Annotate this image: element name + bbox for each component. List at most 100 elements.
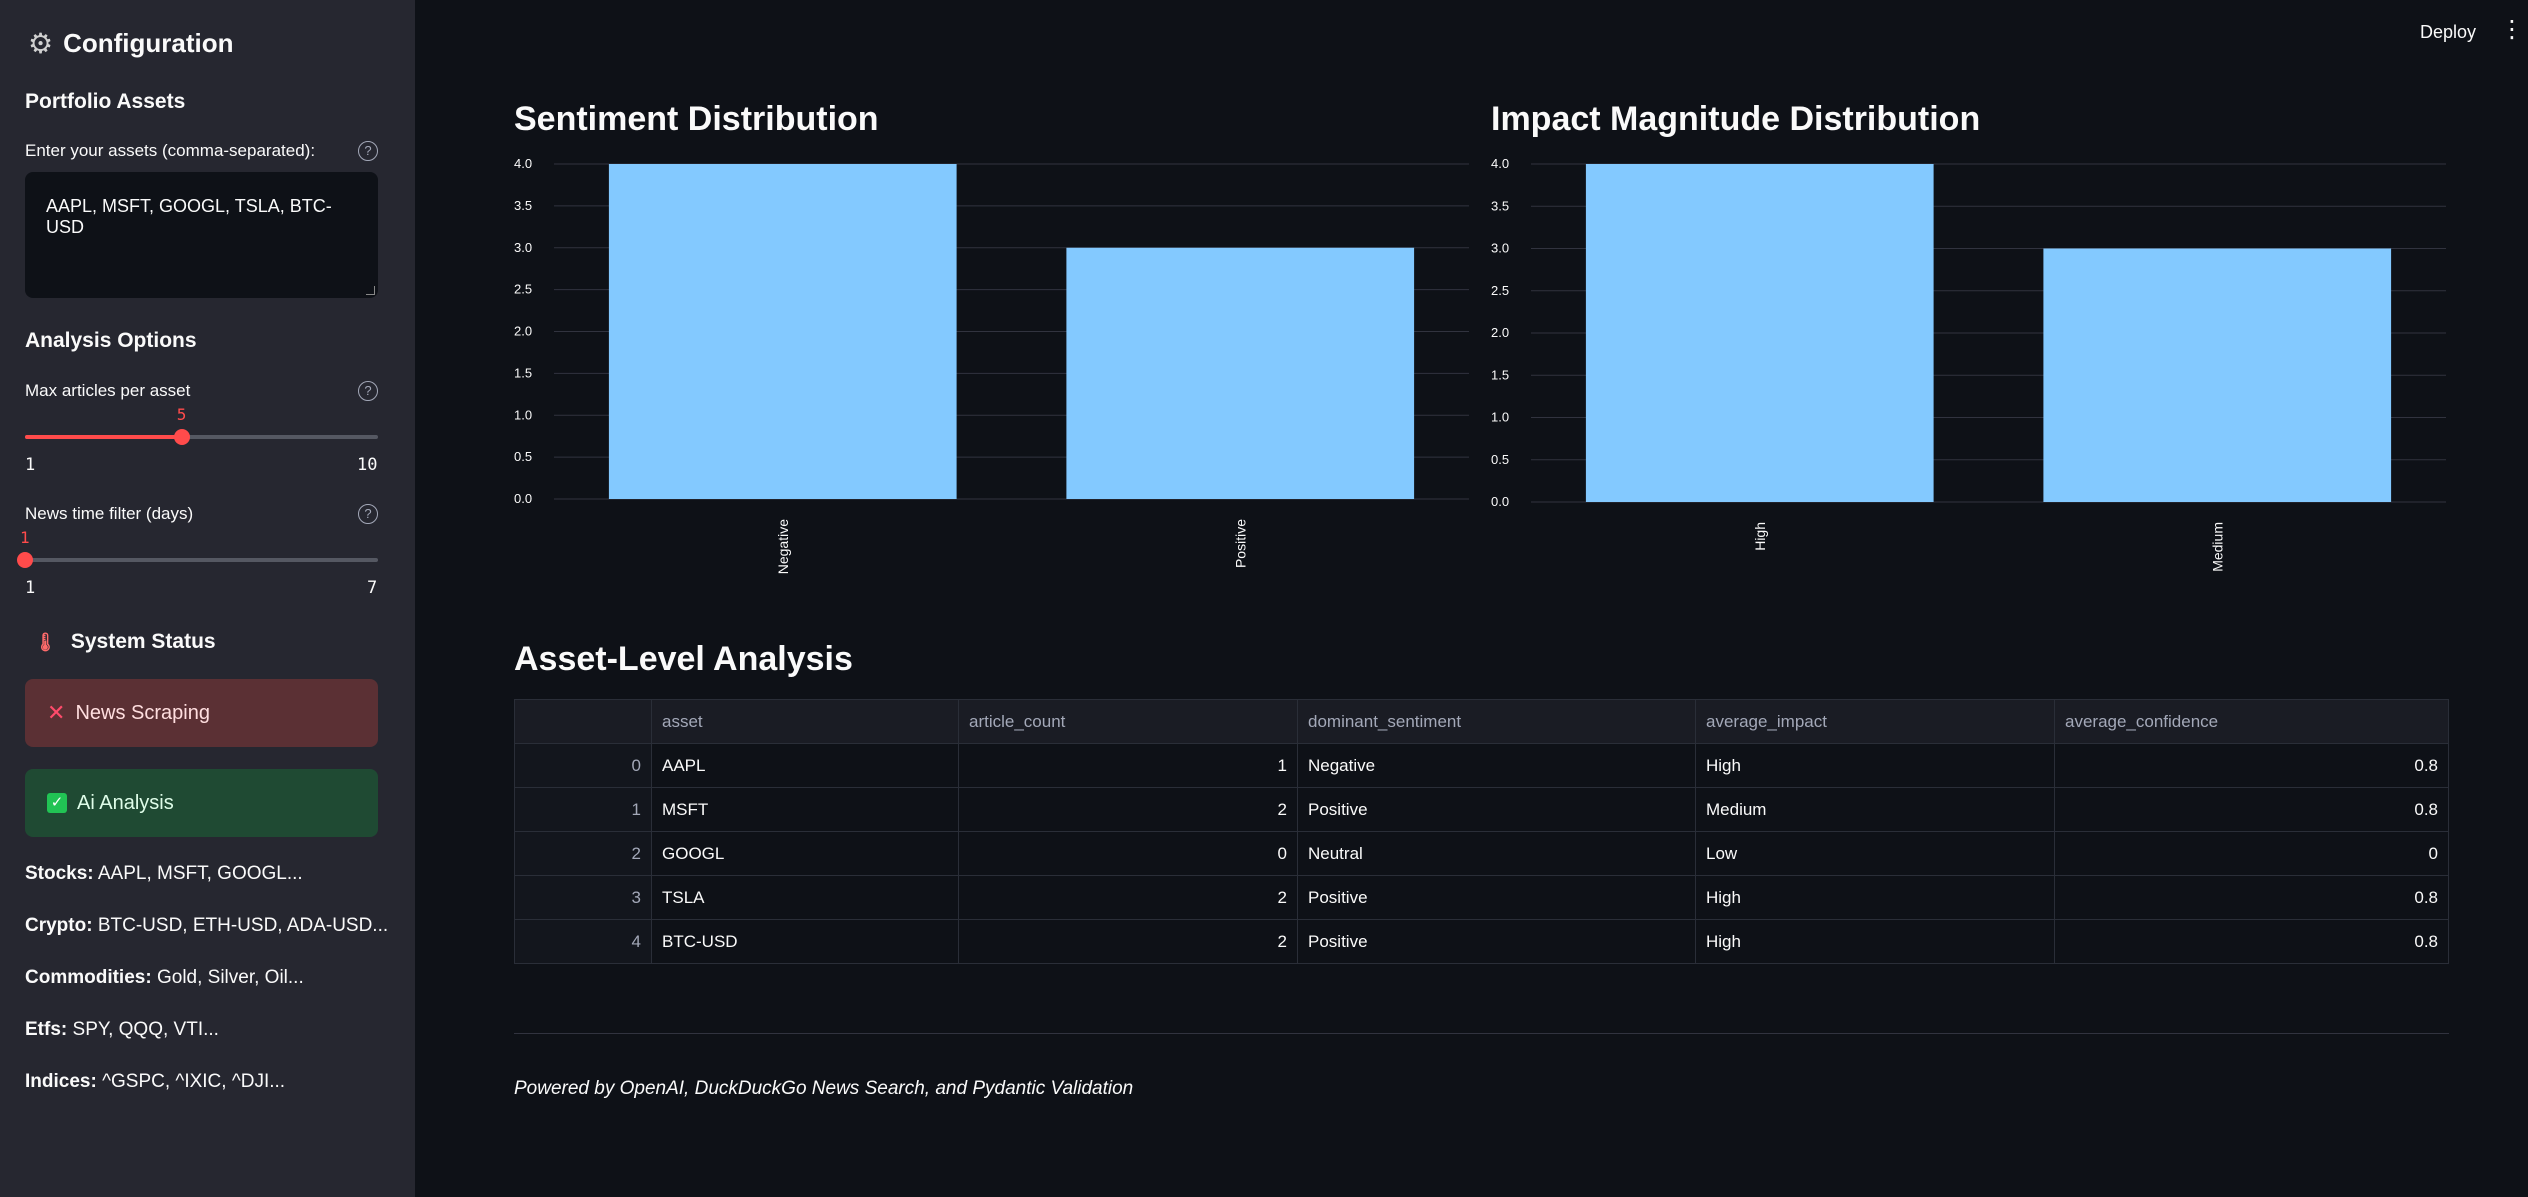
max-articles-slider[interactable] — [25, 429, 378, 445]
table-cell[interactable]: Medium — [1695, 787, 2055, 832]
table-cell[interactable]: 2 — [958, 875, 1298, 920]
table-cell[interactable]: 2 — [958, 919, 1298, 964]
table-cell[interactable]: 1 — [958, 743, 1298, 788]
y-tick-label: 1.5 — [1491, 367, 1509, 382]
max-articles-value: 5 — [176, 405, 187, 424]
table-cell[interactable]: GOOGL — [651, 831, 959, 876]
column-header[interactable] — [514, 699, 652, 744]
category-crypto: Crypto: BTC-USD, ETH-USD, ADA-USD... — [25, 915, 388, 937]
deploy-button[interactable]: Deploy — [2420, 22, 2476, 43]
status-heading-text: System Status — [70, 630, 216, 653]
app: ⚙ Configuration Portfolio Assets Enter y… — [0, 0, 2528, 1197]
slider-min: 1 — [25, 578, 36, 598]
x-tick-label: Negative — [775, 519, 791, 574]
table-cell[interactable]: High — [1695, 743, 2055, 788]
table-row[interactable]: 4 BTC-USD 2 Positive High 0.8 — [514, 919, 2449, 964]
category-value: ^GSPC, ^IXIC, ^DJI... — [102, 1071, 286, 1092]
bar — [1585, 164, 1934, 502]
portfolio-heading: Portfolio Assets — [25, 90, 186, 113]
table-cell[interactable]: 0.8 — [2054, 875, 2449, 920]
sidebar: ⚙ Configuration Portfolio Assets Enter y… — [0, 0, 415, 1197]
max-articles-label: Max articles per asset — [25, 381, 191, 400]
column-header[interactable]: average_impact — [1695, 699, 2055, 744]
table-cell[interactable]: Positive — [1297, 919, 1696, 964]
resize-handle-icon[interactable] — [366, 286, 375, 295]
status-label: Ai Analysis — [77, 791, 174, 814]
help-icon[interactable]: ? — [358, 504, 378, 524]
category-value: AAPL, MSFT, GOOGL... — [97, 863, 303, 884]
table-row[interactable]: 3 TSLA 2 Positive High 0.8 — [514, 875, 2449, 920]
time-filter-value: 1 — [20, 528, 30, 547]
slider-thumb[interactable] — [173, 429, 190, 445]
table-row[interactable]: 1 MSFT 2 Positive Medium 0.8 — [514, 787, 2449, 832]
category-etfs: Etfs: SPY, QQQ, VTI... — [25, 1019, 219, 1041]
table-cell[interactable]: 0.8 — [2054, 743, 2449, 788]
category-value: Gold, Silver, Oil... — [156, 967, 304, 988]
row-index[interactable]: 4 — [514, 919, 652, 964]
sidebar-title-text: Configuration — [63, 28, 234, 58]
y-tick-label: 2.0 — [514, 324, 532, 339]
table-cell[interactable]: 2 — [958, 787, 1298, 832]
table-cell[interactable]: High — [1695, 919, 2055, 964]
row-index[interactable]: 3 — [514, 875, 652, 920]
table-cell[interactable]: Neutral — [1297, 831, 1696, 876]
y-tick-label: 3.5 — [514, 198, 532, 213]
sentiment-chart: 0.0 0.5 1.0 1.5 2.0 2.5 3.0 3.5 4.0 Negative Posit… — [514, 156, 1469, 574]
y-tick-label: 3.5 — [1491, 198, 1509, 213]
category-value: BTC-USD, ETH-USD, ADA-USD... — [97, 915, 389, 936]
bar — [2043, 248, 2392, 502]
bar — [1066, 247, 1415, 499]
status-label: News Scraping — [75, 701, 210, 724]
time-filter-slider[interactable] — [17, 552, 378, 568]
table-cell[interactable]: High — [1695, 875, 2055, 920]
category-name: Stocks: — [25, 863, 94, 884]
column-header[interactable]: average_confidence — [2054, 699, 2449, 744]
gear-icon: ⚙ — [28, 27, 54, 59]
table-cell[interactable]: AAPL — [651, 743, 959, 788]
table-cell[interactable]: Positive — [1297, 875, 1696, 920]
column-header[interactable]: dominant_sentiment — [1297, 699, 1696, 744]
assets-label: Enter your assets (comma-separated): — [25, 141, 316, 160]
table-cell[interactable]: 0.8 — [2054, 919, 2449, 964]
table-cell[interactable]: 0 — [2054, 831, 2449, 876]
column-header[interactable]: asset — [651, 699, 959, 744]
check-icon: ✓ — [47, 793, 67, 813]
category-value: SPY, QQQ, VTI... — [72, 1019, 219, 1040]
slider-max: 7 — [367, 578, 378, 598]
analysis-heading: Analysis Options — [25, 329, 197, 352]
table-cell[interactable]: Negative — [1297, 743, 1696, 788]
y-tick-label: 2.5 — [514, 282, 532, 297]
category-name: Etfs: — [25, 1019, 68, 1040]
error-x-icon: ✕ — [47, 700, 66, 725]
table-row[interactable]: 0 AAPL 1 Negative High 0.8 — [514, 743, 2449, 788]
table-cell[interactable]: Positive — [1297, 787, 1696, 832]
table-cell[interactable]: MSFT — [651, 787, 959, 832]
row-index[interactable]: 0 — [514, 743, 652, 788]
row-index[interactable]: 1 — [514, 787, 652, 832]
table-cell[interactable]: BTC-USD — [651, 919, 959, 964]
help-icon[interactable]: ? — [358, 141, 378, 161]
assets-input[interactable]: AAPL, MSFT, GOOGL, TSLA, BTC-USD — [25, 172, 378, 298]
slider-thumb[interactable] — [17, 552, 33, 568]
y-tick-label: 1.0 — [1491, 410, 1509, 425]
help-icon[interactable]: ? — [358, 381, 378, 401]
table-row[interactable]: 2 GOOGL 0 Neutral Low 0 — [514, 831, 2449, 876]
status-news-scraping: ✕ News Scraping — [25, 679, 378, 747]
more-menu-icon[interactable]: ⋮ — [2500, 18, 2524, 42]
table-cell[interactable]: 0 — [958, 831, 1298, 876]
asset-table[interactable]: asset article_count dominant_sentiment aver… — [514, 699, 2449, 964]
slider-min: 1 — [25, 455, 36, 475]
y-tick-label: 4.0 — [514, 156, 532, 171]
table-cell[interactable]: TSLA — [651, 875, 959, 920]
row-index[interactable]: 2 — [514, 831, 652, 876]
y-tick-label: 1.0 — [514, 407, 532, 422]
thermometer-icon: 🌡 — [34, 631, 57, 652]
category-commodities: Commodities: Gold, Silver, Oil... — [25, 967, 304, 989]
footer-text: Powered by OpenAI, DuckDuckGo News Searc… — [514, 1078, 1134, 1099]
y-tick-label: 3.0 — [1491, 241, 1509, 256]
y-tick-label: 0.5 — [514, 449, 532, 464]
table-cell[interactable]: Low — [1695, 831, 2055, 876]
slider-max: 10 — [357, 455, 378, 475]
table-cell[interactable]: 0.8 — [2054, 787, 2449, 832]
column-header[interactable]: article_count — [958, 699, 1298, 744]
